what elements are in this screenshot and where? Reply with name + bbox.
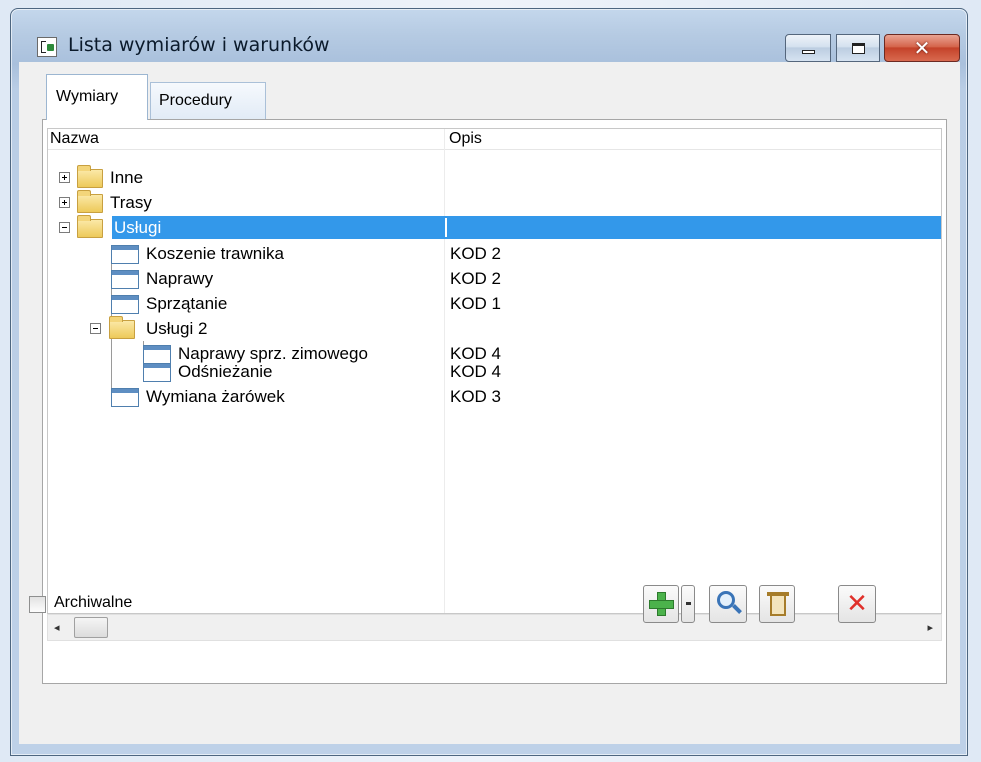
- expand-icon[interactable]: [59, 172, 70, 183]
- tree-item-label: Usługi: [114, 218, 162, 237]
- cancel-button[interactable]: ✕: [838, 585, 876, 623]
- add-dropdown-button[interactable]: [681, 585, 695, 623]
- tree-item-description: KOD 3: [450, 387, 502, 406]
- delete-button[interactable]: [759, 585, 795, 623]
- trash-icon: [770, 596, 786, 616]
- tree-row-inne[interactable]: Inne: [48, 165, 941, 191]
- magnifier-handle: [732, 604, 742, 614]
- maximize-button[interactable]: [836, 34, 880, 62]
- column-header-nazwa[interactable]: Nazwa: [50, 130, 99, 148]
- tree-row-naprawy[interactable]: Naprawy KOD 2: [48, 267, 941, 292]
- add-button[interactable]: [643, 585, 679, 623]
- tree-item-label: Inne: [110, 168, 144, 187]
- tree-row-uslugi[interactable]: Usługi: [48, 215, 941, 241]
- dimension-tree[interactable]: Nazwa Opis Inne Trasy Usługi Koszenie tr…: [47, 128, 942, 614]
- tree-item-description: KOD 2: [450, 244, 502, 263]
- dimension-icon: [143, 363, 171, 382]
- archive-checkbox[interactable]: [29, 596, 46, 613]
- scroll-right-icon[interactable]: ▸: [927, 621, 933, 634]
- dimension-icon: [111, 245, 139, 264]
- dropdown-arrow-icon: [686, 602, 691, 605]
- tree-item-label: Usługi 2: [146, 319, 208, 338]
- preview-button[interactable]: [709, 585, 747, 623]
- tree-row-wymiana-zarowek[interactable]: Wymiana żarówek KOD 3: [48, 385, 941, 410]
- tree-row-sprzatanie[interactable]: Sprzątanie KOD 1: [48, 292, 941, 317]
- tree-item-label: Sprzątanie: [146, 294, 228, 313]
- tree-item-label: Trasy: [110, 193, 152, 212]
- tree-item-description: KOD 4: [450, 362, 502, 381]
- dialog-client-area: Wymiary Procedury Nazwa Opis Inne Trasy …: [19, 62, 960, 744]
- tree-item-label: Odśnieżanie: [178, 362, 273, 381]
- tree-item-description: KOD 2: [450, 269, 502, 288]
- close-icon: ✕: [913, 36, 931, 60]
- archive-checkbox-label[interactable]: Archiwalne: [54, 594, 132, 612]
- tab-procedury[interactable]: Procedury: [150, 82, 266, 120]
- minimize-button[interactable]: [785, 34, 831, 62]
- dimension-icon: [111, 270, 139, 289]
- expand-icon[interactable]: [59, 197, 70, 208]
- tree-row-odsniezanie[interactable]: Odśnieżanie KOD 4: [48, 360, 941, 385]
- collapse-icon[interactable]: [59, 222, 70, 233]
- cancel-icon: ✕: [846, 589, 868, 619]
- plus-icon-bar: [649, 600, 674, 609]
- app-icon: [37, 37, 57, 57]
- scroll-thumb[interactable]: [74, 617, 108, 638]
- tree-header: Nazwa Opis: [48, 129, 941, 150]
- column-header-opis[interactable]: Opis: [449, 130, 482, 148]
- minimize-icon: [802, 50, 815, 54]
- tree-item-label: Wymiana żarówek: [146, 387, 285, 406]
- maximize-icon: [852, 43, 865, 54]
- tab-panel: Nazwa Opis Inne Trasy Usługi Koszenie tr…: [42, 119, 947, 684]
- folder-icon: [109, 316, 135, 339]
- tree-row-trasy[interactable]: Trasy: [48, 190, 941, 216]
- folder-icon: [77, 190, 103, 213]
- dimension-icon: [111, 388, 139, 407]
- description-edit-cursor: [445, 218, 447, 237]
- tree-item-label: Koszenie trawnika: [146, 244, 284, 263]
- close-button[interactable]: ✕: [884, 34, 960, 62]
- folder-icon: [77, 215, 103, 238]
- collapse-icon[interactable]: [90, 323, 101, 334]
- tree-item-description: KOD 1: [450, 294, 502, 313]
- dimension-icon: [111, 295, 139, 314]
- window-title: Lista wymiarów i warunków: [68, 34, 330, 56]
- folder-icon: [77, 165, 103, 188]
- scroll-left-icon[interactable]: ◂: [54, 621, 60, 634]
- tab-wymiary[interactable]: Wymiary: [46, 74, 148, 120]
- horizontal-scrollbar[interactable]: ◂ ▸: [47, 614, 942, 641]
- tree-row-uslugi-2[interactable]: Usługi 2: [48, 316, 941, 342]
- tree-row-koszenie-trawnika[interactable]: Koszenie trawnika KOD 2: [48, 242, 941, 267]
- tree-item-label: Naprawy: [146, 269, 214, 288]
